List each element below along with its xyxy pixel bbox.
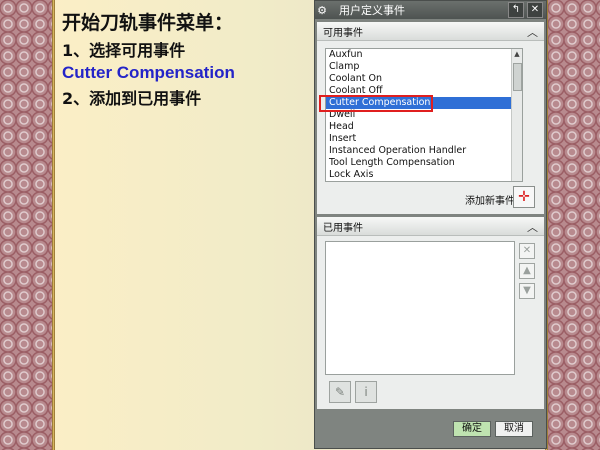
list-item[interactable]: Insert [326,133,522,145]
available-events-panel: 可用事件 ︿ Auxfun Clamp Coolant On Coolant O… [317,22,544,214]
move-down-icon[interactable]: ▼ [519,283,535,299]
annotation-highlight-box [319,95,433,112]
instruction-step-1: 1、选择可用事件 [62,41,186,60]
wrench-icon[interactable]: ✎ [329,381,351,403]
used-events-list[interactable] [325,241,515,375]
list-scrollbar[interactable]: ▲ [511,49,522,181]
reset-button[interactable]: ↰ [508,2,524,18]
instruction-event-name: Cutter Compensation [62,63,235,82]
info-icon[interactable]: i [355,381,377,403]
list-item[interactable]: Coolant On [326,73,522,85]
used-events-panel: 已用事件 ︿ ✕ ▲ ▼ ✎ i [317,217,544,409]
list-item[interactable]: Lock Axis [326,169,522,181]
decorative-border-left [0,0,52,450]
add-event-label: 添加新事件 [465,196,515,207]
list-item[interactable]: Tool Length Compensation [326,157,522,169]
list-item[interactable]: Clamp [326,61,522,73]
instruction-text-block: 开始刀轨事件菜单： 1、选择可用事件 Cutter Compensation 2… [62,8,312,111]
list-item[interactable]: Auxfun [326,49,522,61]
move-up-icon[interactable]: ▲ [519,263,535,279]
ok-button[interactable]: 确定 [453,421,491,437]
instruction-step-2: 2、添加到已用事件 [62,89,202,108]
user-defined-events-dialog: ⚙ 用户定义事件 ↰ ✕ 可用事件 ︿ Auxfun Clamp Coolant… [314,0,547,449]
available-events-label: 可用事件 [323,27,363,39]
chevron-up-icon[interactable]: ︿ [527,24,538,40]
close-button[interactable]: ✕ [527,2,543,18]
chevron-up-icon[interactable]: ︿ [527,219,538,235]
available-events-list[interactable]: Auxfun Clamp Coolant On Coolant Off Cutt… [325,48,523,182]
used-events-header[interactable]: 已用事件 ︿ [317,217,544,236]
scroll-thumb[interactable] [513,63,522,91]
scroll-up-icon[interactable]: ▲ [512,49,522,59]
dialog-title: 用户定义事件 [339,4,405,17]
decorative-border-right [548,0,600,450]
gear-icon[interactable]: ⚙ [315,4,329,17]
crosshair-plus-icon: ✛ [518,189,530,205]
add-event-button[interactable]: ✛ [513,186,535,208]
cancel-button[interactable]: 取消 [495,421,533,437]
instruction-title: 开始刀轨事件菜单： [62,12,234,34]
used-events-label: 已用事件 [323,222,363,234]
delete-icon[interactable]: ✕ [519,243,535,259]
available-events-header[interactable]: 可用事件 ︿ [317,22,544,41]
list-item[interactable]: Head [326,121,522,133]
list-item[interactable]: Instanced Operation Handler [326,145,522,157]
dialog-titlebar: ⚙ 用户定义事件 ↰ ✕ [315,1,546,19]
